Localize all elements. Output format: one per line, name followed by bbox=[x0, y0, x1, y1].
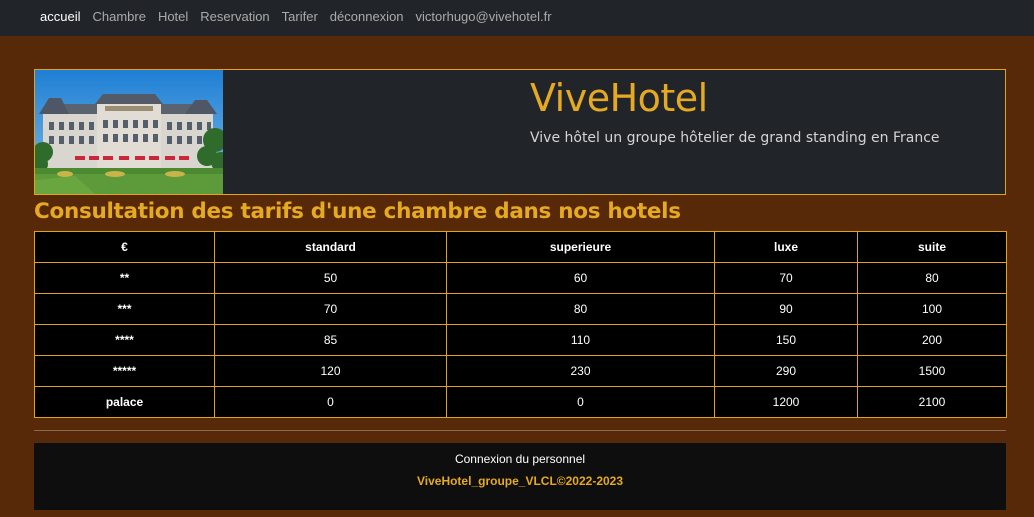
table-cell: 85 bbox=[214, 324, 447, 356]
column-header-luxe: luxe bbox=[714, 231, 858, 263]
nav-link-reservation[interactable]: Reservation bbox=[200, 9, 269, 24]
table-cell: 80 bbox=[446, 293, 715, 325]
table-cell: 0 bbox=[214, 386, 447, 418]
table-row: ***** 120 230 290 1500 bbox=[34, 355, 1007, 387]
table-cell: 50 bbox=[214, 262, 447, 294]
table-cell: 2100 bbox=[857, 386, 1007, 418]
site-title: ViveHotel bbox=[530, 76, 708, 120]
column-header-suite: suite bbox=[857, 231, 1007, 263]
row-category: **** bbox=[34, 324, 215, 356]
row-category: ***** bbox=[34, 355, 215, 387]
column-header-currency: € bbox=[34, 231, 215, 263]
table-row: **** 85 110 150 200 bbox=[34, 324, 1007, 356]
table-cell: 90 bbox=[714, 293, 858, 325]
divider bbox=[34, 430, 1006, 431]
hotel-photo bbox=[35, 70, 223, 194]
nav-link-tarifer[interactable]: Tarifer bbox=[282, 9, 318, 24]
page-title: Consultation des tarifs d'une chambre da… bbox=[34, 199, 681, 224]
table-cell: 290 bbox=[714, 355, 858, 387]
table-cell: 70 bbox=[214, 293, 447, 325]
table-row: *** 70 80 90 100 bbox=[34, 293, 1007, 325]
nav-link-hotel[interactable]: Hotel bbox=[158, 9, 188, 24]
table-row: palace 0 0 1200 2100 bbox=[34, 386, 1007, 418]
table-cell: 1200 bbox=[714, 386, 858, 418]
table-cell: 70 bbox=[714, 262, 858, 294]
table-cell: 100 bbox=[857, 293, 1007, 325]
staff-login-link[interactable]: Connexion du personnel bbox=[34, 452, 1006, 466]
column-header-superieure: superieure bbox=[446, 231, 715, 263]
nav-user-email[interactable]: victorhugo@vivehotel.fr bbox=[416, 9, 552, 24]
table-cell: 230 bbox=[446, 355, 715, 387]
table-cell: 150 bbox=[714, 324, 858, 356]
row-category: ** bbox=[34, 262, 215, 294]
row-category: *** bbox=[34, 293, 215, 325]
table-cell: 120 bbox=[214, 355, 447, 387]
table-cell: 200 bbox=[857, 324, 1007, 356]
table-cell: 60 bbox=[446, 262, 715, 294]
site-footer: Connexion du personnel ViveHotel_groupe_… bbox=[34, 443, 1006, 510]
table-header-row: € standard superieure luxe suite bbox=[34, 231, 1007, 263]
table-cell: 1500 bbox=[857, 355, 1007, 387]
site-header: ViveHotel Vive hôtel un groupe hôtelier … bbox=[34, 69, 1006, 195]
nav-link-deconnexion[interactable]: déconnexion bbox=[330, 9, 404, 24]
table-cell: 110 bbox=[446, 324, 715, 356]
rates-table: € standard superieure luxe suite ** 50 6… bbox=[34, 231, 1007, 418]
nav-link-chambre[interactable]: Chambre bbox=[92, 9, 145, 24]
site-subtitle: Vive hôtel un groupe hôtelier de grand s… bbox=[530, 130, 940, 146]
table-cell: 80 bbox=[857, 262, 1007, 294]
nav-link-accueil[interactable]: accueil bbox=[40, 9, 80, 24]
copyright-text: ViveHotel_groupe_VLCL©2022-2023 bbox=[416, 474, 624, 488]
table-cell: 0 bbox=[446, 386, 715, 418]
row-category: palace bbox=[34, 386, 215, 418]
column-header-standard: standard bbox=[214, 231, 447, 263]
top-navbar: accueil Chambre Hotel Reservation Tarife… bbox=[0, 0, 1034, 36]
table-row: ** 50 60 70 80 bbox=[34, 262, 1007, 294]
